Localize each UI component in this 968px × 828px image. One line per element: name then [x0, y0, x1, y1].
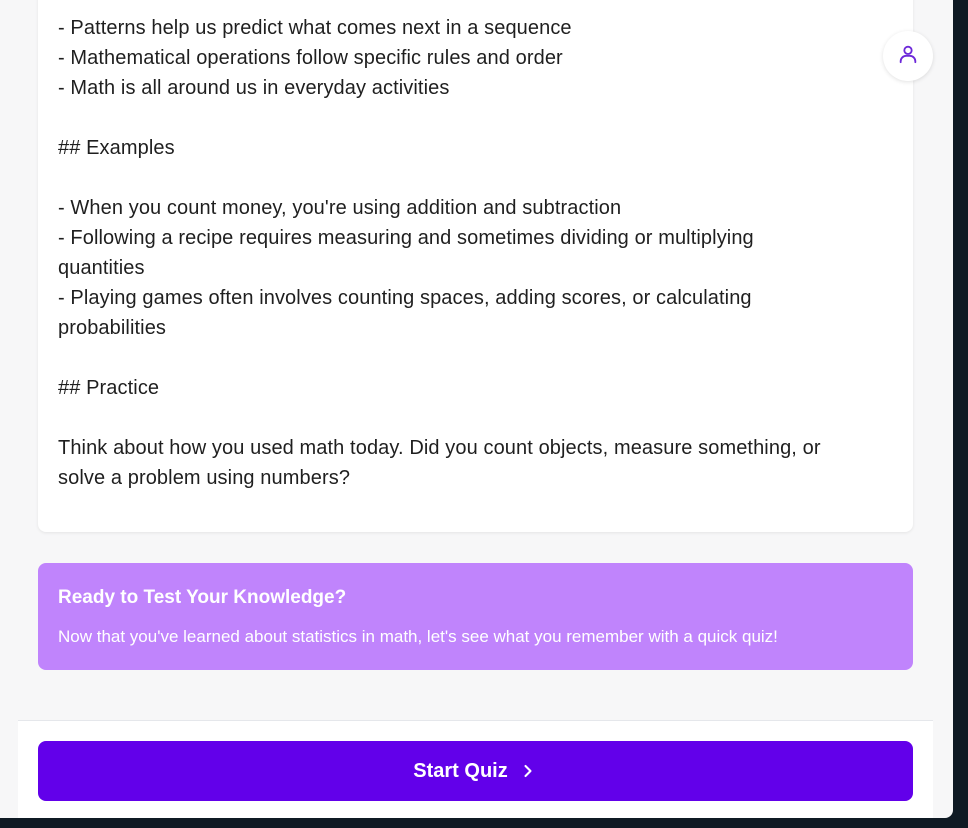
lesson-line: - Math is all around us in everyday acti…	[58, 77, 450, 99]
lesson-content-card: - Patterns help us predict what comes ne…	[38, 0, 913, 532]
section-heading: ## Examples	[58, 137, 175, 159]
app-window: - Patterns help us predict what comes ne…	[0, 0, 953, 818]
start-quiz-label: Start Quiz	[413, 759, 508, 782]
profile-button[interactable]	[883, 31, 933, 81]
chevron-right-icon	[518, 761, 538, 781]
lesson-line: - Mathematical operations follow specifi…	[58, 47, 563, 69]
footer-bar: Start Quiz	[18, 720, 933, 818]
lesson-line: - When you count money, you're using add…	[58, 197, 622, 219]
lesson-line: solve a problem using numbers?	[58, 467, 351, 489]
lesson-line: Think about how you used math today. Did…	[58, 437, 821, 459]
start-quiz-button[interactable]: Start Quiz	[38, 741, 913, 801]
quiz-callout: Ready to Test Your Knowledge? Now that y…	[38, 563, 913, 670]
section-heading: ## Practice	[58, 377, 160, 399]
user-icon	[897, 43, 919, 70]
lesson-line: - Playing games often involves counting …	[58, 287, 752, 309]
callout-text: Now that you've learned about statistics…	[58, 627, 778, 646]
lesson-line: - Following a recipe requires measuring …	[58, 227, 754, 249]
lesson-line: probabilities	[58, 317, 167, 339]
lesson-line: - Patterns help us predict what comes ne…	[58, 17, 572, 39]
lesson-line: quantities	[58, 257, 145, 279]
callout-title: Ready to Test Your Knowledge?	[58, 587, 347, 608]
